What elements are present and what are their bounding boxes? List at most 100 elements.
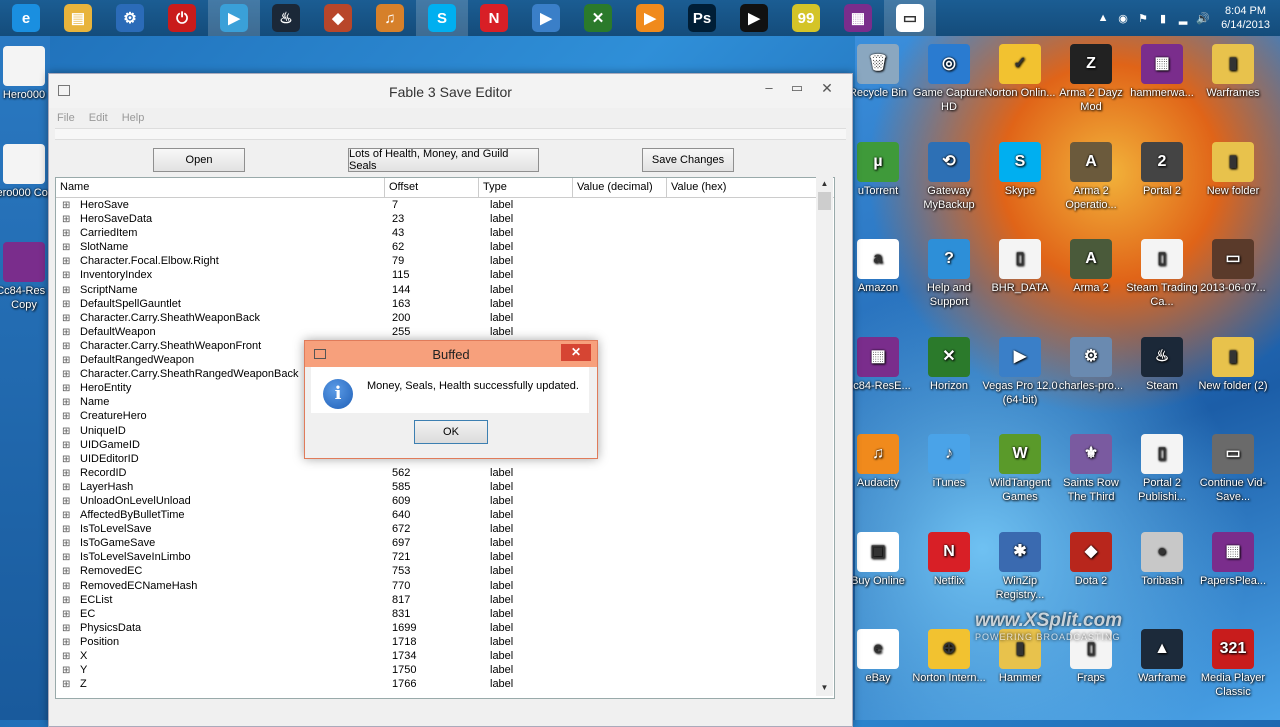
close-button[interactable]: ✕ (813, 78, 841, 98)
taskbar-app-button[interactable]: ▭ (884, 0, 936, 36)
taskbar-app-button[interactable]: ▦ (832, 0, 884, 36)
expand-icon[interactable]: ⊞ (62, 481, 72, 494)
desktop-shortcut[interactable]: ▲ Warframe (1124, 629, 1200, 685)
expand-icon[interactable]: ⊞ (62, 509, 72, 522)
expand-icon[interactable]: ⊞ (62, 269, 72, 282)
expand-icon[interactable]: ⊞ (62, 354, 72, 367)
expand-icon[interactable]: ⊞ (62, 340, 72, 353)
expand-icon[interactable]: ⊞ (62, 664, 72, 677)
scroll-thumb[interactable] (818, 192, 831, 210)
table-row[interactable]: ⊞ Character.Focal.Elbow.Right 79 label (56, 254, 834, 268)
desktop-shortcut[interactable]: ✕ Horizon (911, 336, 987, 393)
taskbar-app-button[interactable]: ▶ (520, 0, 572, 36)
expand-icon[interactable]: ⊞ (62, 241, 72, 254)
tray-icon[interactable]: ▲ (1096, 11, 1110, 25)
desktop-shortcut[interactable]: N Netflix (911, 531, 987, 588)
dialog-title-bar[interactable]: Buffed ✕ (305, 341, 597, 367)
column-header-value-decimal[interactable]: Value (decimal) (573, 178, 667, 197)
tray-icon[interactable]: ▂ (1176, 11, 1190, 25)
expand-icon[interactable]: ⊞ (62, 580, 72, 593)
taskbar-app-button[interactable]: ◆ (312, 0, 364, 36)
desktop-shortcut[interactable]: ✓ Norton Onlin... (982, 44, 1058, 100)
expand-icon[interactable]: ⊞ (62, 622, 72, 635)
desktop-shortcut[interactable]: 2 Portal 2 (1124, 141, 1200, 198)
expand-icon[interactable]: ⊞ (62, 495, 72, 508)
table-row[interactable]: ⊞ UnloadOnLevelUnload 609 label (56, 494, 834, 508)
expand-icon[interactable]: ⊞ (62, 650, 72, 663)
expand-icon[interactable]: ⊞ (62, 298, 72, 311)
desktop-shortcut[interactable]: ● Toribash (1124, 531, 1200, 588)
desktop-shortcut[interactable]: ♪ iTunes (911, 434, 987, 490)
expand-icon[interactable]: ⊞ (62, 425, 72, 438)
taskbar-app-button[interactable]: ▶ (728, 0, 780, 36)
expand-icon[interactable]: ⊞ (62, 312, 72, 325)
desktop-shortcut[interactable]: ▯ Portal 2 Publishi... (1124, 434, 1200, 504)
minimize-button[interactable]: – (755, 78, 783, 98)
table-row[interactable]: ⊞ IsToLevelSaveInLimbo 721 label (56, 550, 834, 564)
desktop-shortcut[interactable]: ♨ Steam (1124, 336, 1200, 393)
table-row[interactable]: ⊞ HeroSaveData 23 label (56, 212, 834, 226)
tray-icon[interactable]: ⚑ (1136, 11, 1150, 25)
expand-icon[interactable]: ⊞ (62, 368, 72, 381)
table-row[interactable]: ⊞ Y 1750 label (56, 663, 834, 677)
desktop-shortcut[interactable]: A Arma 2 Operatio... (1053, 141, 1129, 212)
table-row[interactable]: ⊞ AffectedByBulletTime 640 label (56, 508, 834, 522)
expand-icon[interactable]: ⊞ (62, 537, 72, 550)
scroll-up-arrow-icon[interactable]: ▲ (816, 176, 833, 192)
table-row[interactable]: ⊞ HeroSave 7 label (56, 198, 834, 212)
desktop-shortcut[interactable]: W WildTangent Games (982, 434, 1058, 504)
desktop-shortcut[interactable]: ⟲ Gateway MyBackup (911, 141, 987, 212)
desktop-shortcut[interactable]: ▦ hammerwa... (1124, 44, 1200, 100)
column-header-offset[interactable]: Offset (385, 178, 479, 197)
clock[interactable]: 8:04 PM 6/14/2013 (1221, 4, 1270, 32)
taskbar-app-button[interactable]: ✕ (572, 0, 624, 36)
expand-icon[interactable]: ⊞ (62, 213, 72, 226)
table-row[interactable]: ⊞ RecordID 562 label (56, 466, 834, 480)
desktop-shortcut[interactable]: ✱ WinZip Registry... (982, 531, 1058, 602)
desktop-shortcut[interactable]: 321 Media Player Classic (1195, 629, 1271, 699)
expand-icon[interactable]: ⊞ (62, 284, 72, 297)
taskbar-app-button[interactable]: ▶ (624, 0, 676, 36)
expand-icon[interactable]: ⊞ (62, 326, 72, 339)
expand-icon[interactable]: ⊞ (62, 551, 72, 564)
taskbar-app-button[interactable]: ▶ (208, 0, 260, 36)
desktop-shortcut[interactable]: Z Arma 2 Dayz Mod (1053, 44, 1129, 114)
desktop-shortcut[interactable]: ◆ Dota 2 (1053, 531, 1129, 588)
expand-icon[interactable]: ⊞ (62, 439, 72, 452)
table-row[interactable]: ⊞ ECList 817 label (56, 593, 834, 607)
expand-icon[interactable]: ⊞ (62, 467, 72, 480)
editor-title-bar[interactable]: Fable 3 Save Editor – ▭ ✕ (49, 74, 852, 108)
desktop-shortcut[interactable]: S Skype (982, 141, 1058, 198)
expand-icon[interactable]: ⊞ (62, 396, 72, 409)
table-row[interactable]: ⊞ DefaultSpellGauntlet 163 label (56, 297, 834, 311)
desktop-shortcut[interactable]: ? Help and Support (911, 239, 987, 309)
expand-icon[interactable]: ⊞ (62, 594, 72, 607)
menu-file[interactable]: File (57, 112, 75, 124)
tray-icon[interactable]: ▮ (1156, 11, 1170, 25)
taskbar-app-button[interactable]: N (468, 0, 520, 36)
expand-icon[interactable]: ⊞ (62, 199, 72, 212)
taskbar-app-button[interactable]: e (0, 0, 52, 36)
column-header-type[interactable]: Type (479, 178, 573, 197)
table-row[interactable]: ⊞ DefaultWeapon 255 label (56, 325, 834, 339)
desktop-shortcut[interactable]: A Arma 2 (1053, 239, 1129, 295)
maximize-button[interactable]: ▭ (783, 78, 811, 98)
table-row[interactable]: ⊞ X 1734 label (56, 649, 834, 663)
expand-icon[interactable]: ⊞ (62, 410, 72, 423)
table-row[interactable]: ⊞ PhysicsData 1699 label (56, 621, 834, 635)
open-button[interactable]: Open (153, 148, 245, 172)
column-header-value-hex[interactable]: Value (hex) (667, 178, 817, 197)
table-row[interactable]: ⊞ Character.Carry.SheathWeaponBack 200 labe… (56, 311, 834, 325)
desktop-shortcut[interactable]: ▮ New folder (2) (1195, 336, 1271, 393)
expand-icon[interactable]: ⊞ (62, 678, 72, 691)
table-row[interactable]: ⊞ ScriptName 144 label (56, 283, 834, 297)
expand-icon[interactable]: ⊞ (62, 255, 72, 268)
desktop-shortcut[interactable]: ⚜ Saints Row The Third (1053, 434, 1129, 504)
menu-edit[interactable]: Edit (89, 112, 108, 124)
table-row[interactable]: ⊞ LayerHash 585 label (56, 480, 834, 494)
expand-icon[interactable]: ⊞ (62, 382, 72, 395)
expand-icon[interactable]: ⊞ (62, 636, 72, 649)
desktop-shortcut[interactable]: ▮ New folder (1195, 141, 1271, 198)
desktop-shortcut[interactable]: ▭ Continue Vid-Save... (1195, 434, 1271, 504)
table-row[interactable]: ⊞ Z 1766 label (56, 677, 834, 691)
